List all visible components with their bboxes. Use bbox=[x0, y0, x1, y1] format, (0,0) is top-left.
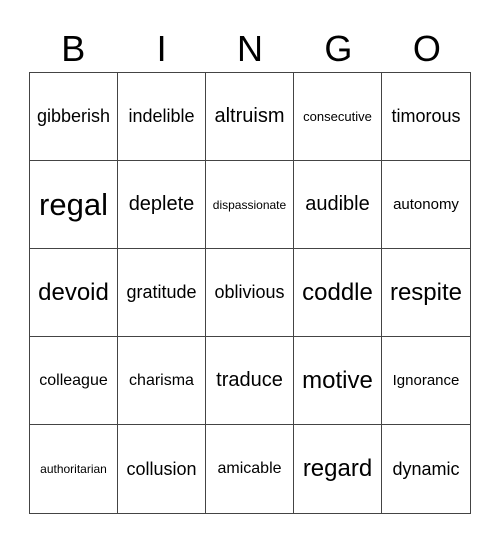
header-letter-i: I bbox=[156, 28, 167, 69]
header-letter-g: G bbox=[324, 28, 353, 69]
bingo-cell[interactable]: authoritarian bbox=[30, 425, 118, 513]
bingo-cell[interactable]: oblivious bbox=[206, 249, 294, 337]
bingo-cell[interactable]: dynamic bbox=[382, 425, 470, 513]
bingo-cell[interactable]: colleague bbox=[30, 337, 118, 425]
bingo-cell[interactable]: charisma bbox=[118, 337, 206, 425]
bingo-cell[interactable]: regard bbox=[294, 425, 382, 513]
bingo-cell[interactable]: Ignorance bbox=[382, 337, 470, 425]
header-letter-n: N bbox=[237, 28, 264, 69]
bingo-cell[interactable]: collusion bbox=[118, 425, 206, 513]
bingo-header: B I N G O bbox=[29, 26, 471, 72]
bingo-cell[interactable]: consecutive bbox=[294, 73, 382, 161]
bingo-cell[interactable]: autonomy bbox=[382, 161, 470, 249]
bingo-cell[interactable]: audible bbox=[294, 161, 382, 249]
bingo-cell[interactable]: coddle bbox=[294, 249, 382, 337]
bingo-cell[interactable]: indelible bbox=[118, 73, 206, 161]
bingo-cell[interactable]: timorous bbox=[382, 73, 470, 161]
bingo-cell[interactable]: deplete bbox=[118, 161, 206, 249]
bingo-cell[interactable]: traduce bbox=[206, 337, 294, 425]
bingo-cell[interactable]: devoid bbox=[30, 249, 118, 337]
bingo-cell[interactable]: altruism bbox=[206, 73, 294, 161]
bingo-cell[interactable]: dispassionate bbox=[206, 161, 294, 249]
bingo-grid: gibberish indelible altruism consecutive… bbox=[29, 72, 471, 514]
header-letter-b: B bbox=[61, 28, 86, 69]
bingo-cell[interactable]: gratitude bbox=[118, 249, 206, 337]
bingo-cell[interactable]: respite bbox=[382, 249, 470, 337]
header-letter-o: O bbox=[412, 28, 441, 69]
bingo-cell[interactable]: gibberish bbox=[30, 73, 118, 161]
bingo-cell[interactable]: regal bbox=[30, 161, 118, 249]
bingo-cell[interactable]: motive bbox=[294, 337, 382, 425]
bingo-cell[interactable]: amicable bbox=[206, 425, 294, 513]
